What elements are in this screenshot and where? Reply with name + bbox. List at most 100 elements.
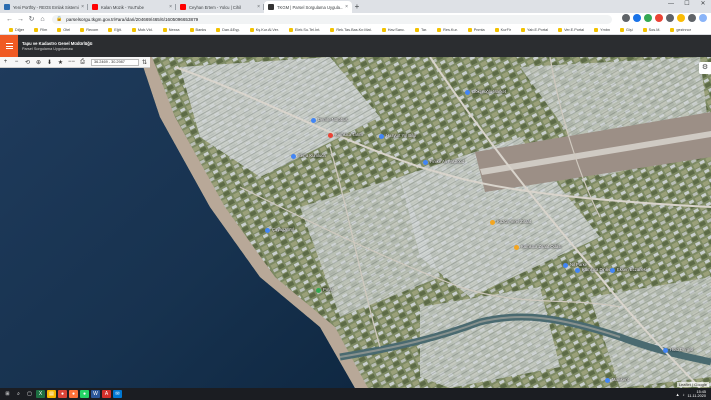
bookmark-item[interactable]: Hav.Sanc. [378,27,409,32]
hamburger-menu-icon[interactable] [0,35,18,57]
forward-button[interactable]: → [15,16,26,23]
browser-tab[interactable]: Yeni Portföy - REOS Emlak Sistemi × [0,1,88,13]
bookmark-item[interactable]: Ymbn [590,27,614,32]
map-marker-icon[interactable] [610,267,615,273]
bookmark-item[interactable]: Eğit. [104,27,126,32]
map-place-label[interactable]: Hoto Dergisi [670,347,693,352]
address-bar[interactable]: 🔒 parselsorgu.tkgm.gov.tr/#ara/idari/204… [52,14,612,24]
extension-icon[interactable] [688,14,696,22]
excel-icon[interactable]: X [36,390,45,398]
whatsapp-icon[interactable]: ● [80,390,89,398]
map-marker-icon[interactable] [514,244,519,250]
tab-close-icon[interactable]: × [345,4,348,10]
word-icon[interactable]: W [91,390,100,398]
bookmark-item[interactable]: KurFir [491,27,515,32]
explorer-icon[interactable]: ▤ [47,390,56,398]
network-icon[interactable]: ▲ [676,392,680,397]
refresh-icon[interactable]: ⟲ [22,59,33,66]
map-marker-icon[interactable] [291,153,296,159]
map-place-label[interactable]: Nil Parke [570,262,587,267]
tab-close-icon[interactable]: × [169,4,172,10]
tab-close-icon[interactable]: × [257,4,260,10]
bookmark-item[interactable]: Diğer [5,27,28,32]
map-marker-icon[interactable] [265,227,270,233]
map-place-label[interactable]: Kumluca Ziraat Odası [521,244,562,249]
map-attribution[interactable]: Leaflet | Google [676,382,709,387]
map-marker-icon[interactable] [379,133,384,139]
map-place-label[interactable]: Serra Kumluca [298,153,326,158]
firefox-icon[interactable]: ● [69,390,78,398]
extension-icon[interactable] [655,14,663,22]
bookmark-item[interactable]: Otel [53,27,74,32]
acrobat-icon[interactable]: A [102,390,111,398]
bookmark-item[interactable]: Banks [186,27,211,32]
reload-button[interactable]: ↻ [26,15,37,23]
back-button[interactable]: ← [4,16,15,23]
map-place-label[interactable]: Gökçeoğlu Market [472,89,506,94]
bookmark-item[interactable]: Nexxa [159,27,184,32]
star-icon[interactable]: ★ [55,59,66,66]
clock[interactable]: 15:45 11.11.2020 [688,390,706,399]
map-place-label[interactable]: Mavikent [612,377,629,382]
map-marker-icon[interactable] [311,117,316,123]
bookmark-item[interactable]: Res.Kur. [433,27,462,32]
map-marker-icon[interactable] [605,377,610,383]
bookmark-item[interactable]: Tar. [411,27,431,32]
zoom-in-button[interactable]: + [0,59,11,65]
map-marker-icon[interactable] [663,347,668,353]
bookmark-item[interactable]: Dan.&Eşy. [212,27,244,32]
browser-tab[interactable]: Kalan Müzik - YouTube × [88,1,176,13]
extension-icon[interactable] [644,14,652,22]
task-view-icon[interactable]: ▢ [25,390,34,398]
extension-icon[interactable] [677,14,685,22]
print-icon[interactable]: ⎙ [77,59,88,66]
browser-tab[interactable]: Ceyhan Ertem - Yolcu | Cihil × [176,1,264,13]
map-marker-icon[interactable] [328,132,333,138]
satellite-map[interactable]: + − ⟲ ⊕ ⬇ ★ −− ⎙ 36.2469 - 30.2987 ⇅ ⚙ G… [0,57,711,388]
bookmark-item[interactable]: Ver.E.Portal [554,27,588,32]
bookmark-item[interactable]: Elek.Su.Tel.İnt. [285,27,324,32]
windows-icon[interactable]: ⊞ [3,390,12,398]
map-marker-icon[interactable] [575,267,580,273]
extension-icon[interactable] [666,14,674,22]
bookmark-item[interactable]: Rek.Tas.Bas.Kır.Mat. [326,27,375,32]
swap-icon[interactable]: ⇅ [139,59,150,66]
map-place-label[interactable]: Finike Ali Fastfood [430,159,464,164]
home-button[interactable]: ⌂ [37,16,48,23]
minimize-button[interactable]: — [663,0,679,10]
bookmark-item[interactable]: Mob.Vid. [128,27,157,32]
extension-icon[interactable] [633,14,641,22]
volume-icon[interactable]: ♪ [683,392,685,397]
map-place-label[interactable]: Pınar [323,287,333,292]
bookmark-item[interactable]: Recom [76,27,102,32]
measure-icon[interactable]: −− [66,59,77,65]
new-tab-button[interactable]: + [352,1,362,13]
bookmark-item[interactable]: Kş.Kur.Al.Ver. [246,27,283,32]
close-button[interactable]: ✕ [695,0,711,10]
mail-icon[interactable]: ✉ [113,390,122,398]
bookmark-item[interactable]: Sos.M. [639,27,665,32]
map-marker-icon[interactable] [563,262,568,268]
chrome-icon[interactable]: ● [58,390,67,398]
browser-tab[interactable]: TKGM | Parsel Sorgulama Uygula... × [264,1,352,13]
extension-icon[interactable] [622,14,630,22]
map-place-label[interactable]: Hasyurt Yol Bilgi [386,133,416,138]
maximize-button[interactable]: ☐ [679,0,695,10]
download-icon[interactable]: ⬇ [44,59,55,66]
search-icon[interactable]: ⌕ [14,390,23,398]
settings-gear-icon[interactable]: ⚙ [699,62,711,74]
map-place-label[interactable]: Kuzca Yerel Ziraat [497,219,531,224]
map-place-label[interactable]: Kumluca Dinlen [582,267,611,272]
map-place-label[interactable]: Çayagzı Yol [272,227,294,232]
bookmark-item[interactable]: gezinnor [666,27,695,32]
bookmark-item[interactable]: Film [30,27,51,32]
map-place-label[interactable]: Eksen Eczanesi [617,267,647,272]
extension-icon[interactable] [699,14,707,22]
bookmark-item[interactable]: Yab.E.Portal [517,27,552,32]
bookmark-item[interactable]: Gişi [616,27,637,32]
zoom-out-button[interactable]: − [11,59,22,65]
map-marker-icon[interactable] [316,287,321,293]
tab-close-icon[interactable]: × [81,4,84,10]
map-marker-icon[interactable] [465,89,470,95]
map-place-label[interactable]: Kumluca Tarım [335,132,363,137]
